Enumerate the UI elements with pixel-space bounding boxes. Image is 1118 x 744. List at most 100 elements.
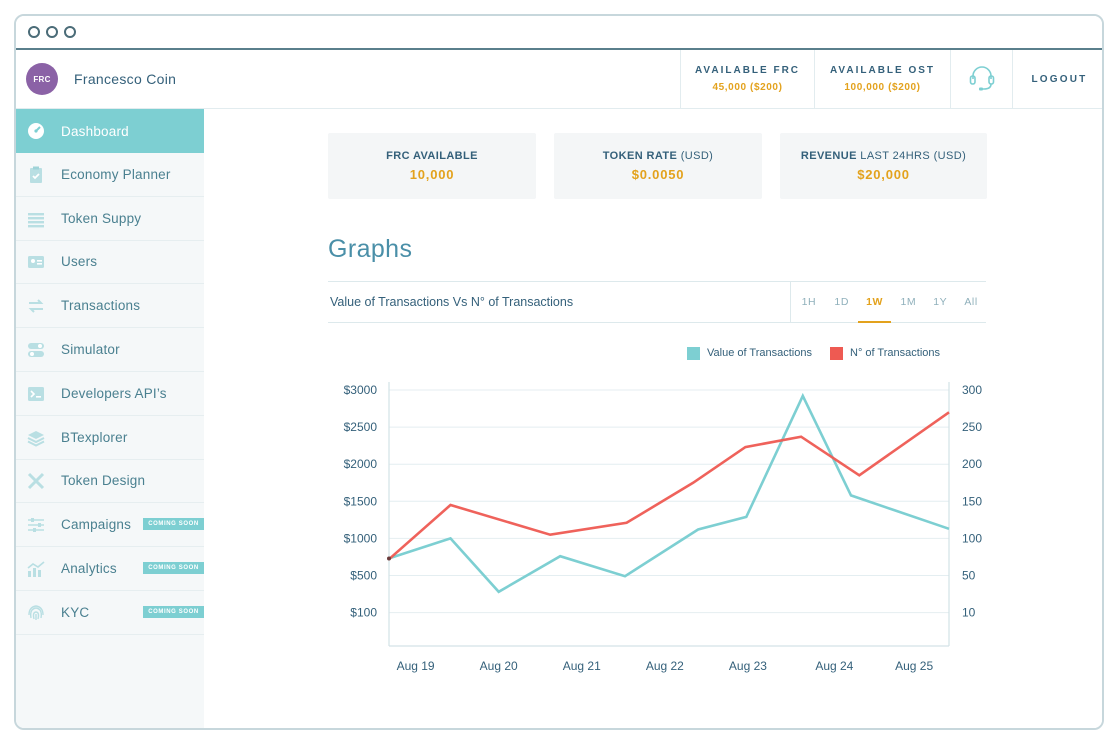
sidebar-item-label: Simulator xyxy=(61,342,120,357)
terminal-icon xyxy=(27,385,45,403)
available-ost-stat: AVAILABLE OST 100,000 ($200) xyxy=(814,50,950,108)
left-axis-tick-label: $2500 xyxy=(344,420,378,434)
sliders-icon xyxy=(27,516,45,534)
stat-label: AVAILABLE FRC xyxy=(694,65,801,76)
chart-title: Value of Transactions Vs N° of Transacti… xyxy=(330,295,574,309)
left-axis-tick-label: $100 xyxy=(350,606,377,620)
range-selector: 1H 1D 1W 1M 1Y All xyxy=(790,282,986,323)
right-axis-tick-label: 10 xyxy=(962,606,976,620)
sidebar-item-label: Dashboard xyxy=(61,123,129,139)
card-value: $20,000 xyxy=(857,167,910,182)
range-tab-1w[interactable]: 1W xyxy=(857,282,893,323)
stat-label: AVAILABLE OST xyxy=(829,65,936,76)
id-card-icon xyxy=(27,253,45,271)
sidebar-nav: Dashboard Economy Planner Token Suppy Users… xyxy=(16,109,204,728)
x-axis-tick-label: Aug 20 xyxy=(480,659,518,673)
token-supply-icon xyxy=(27,210,45,228)
x-axis-tick-label: Aug 25 xyxy=(895,659,933,673)
sidebar-item-label: KYC xyxy=(61,604,90,620)
dashboard-gauge-icon xyxy=(27,122,45,140)
avatar-text: FRC xyxy=(33,74,51,84)
token-rate-card: TOKEN RATE (USD) $0.0050 xyxy=(554,133,762,199)
sidebar-item-economy-planner[interactable]: Economy Planner xyxy=(16,153,204,197)
graphs-heading: Graphs xyxy=(328,235,413,263)
headset-icon xyxy=(969,66,994,91)
window-titlebar xyxy=(16,16,1102,50)
coming-soon-badge: COMING SOON xyxy=(143,562,204,574)
sidebar-item-token-suppy[interactable]: Token Suppy xyxy=(16,197,204,241)
series-start-point xyxy=(387,556,391,561)
fingerprint-icon xyxy=(27,604,45,622)
window-close-dot[interactable] xyxy=(28,26,40,38)
coming-soon-badge: COMING SOON xyxy=(143,518,204,531)
left-axis-tick-label: $1000 xyxy=(344,531,378,545)
card-label: TOKEN RATE (USD) xyxy=(603,150,714,162)
card-label-rest: (USD) xyxy=(677,150,714,162)
sidebar-item-transactions[interactable]: Transactions xyxy=(16,284,204,329)
frc-available-card: FRC AVAILABLE 10,000 xyxy=(328,133,536,199)
right-axis-tick-label: 200 xyxy=(962,457,982,471)
window-minimize-dot[interactable] xyxy=(46,26,58,38)
sidebar-item-label: Token Suppy xyxy=(61,210,142,226)
range-tab-1h[interactable]: 1H xyxy=(791,282,827,322)
avatar[interactable]: FRC xyxy=(26,63,58,95)
card-label: REVENUE LAST 24HRS (USD) xyxy=(801,150,966,162)
sidebar-item-label: Campaigns xyxy=(61,517,132,533)
range-tab-1m[interactable]: 1M xyxy=(892,282,924,322)
analytics-chart-icon xyxy=(27,560,45,578)
clipboard-check-icon xyxy=(27,166,45,184)
card-label-bold: REVENUE xyxy=(800,150,857,162)
left-axis-tick-label: $1500 xyxy=(344,494,378,508)
card-label-bold: TOKEN RATE xyxy=(602,150,678,162)
card-label-bold: FRC AVAILABLE xyxy=(386,150,478,162)
card-value: $0.0050 xyxy=(631,167,685,182)
main-content: FRC AVAILABLE 10,000 TOKEN RATE (USD) $0… xyxy=(204,109,1102,728)
toggle-switches-icon xyxy=(27,341,45,359)
sidebar-item-label: Transactions xyxy=(61,298,141,314)
transactions-line-chart: $3000 $2500 $2000 $1500 $1000 $500 $100 300 250 2… xyxy=(344,382,982,673)
sidebar-item-label: Analytics xyxy=(61,561,117,576)
sidebar-item-label: Economy Planner xyxy=(61,166,171,182)
support-button[interactable] xyxy=(950,50,1012,108)
sidebar-item-users[interactable]: Users xyxy=(16,240,204,285)
app-name: Francesco Coin xyxy=(74,71,177,87)
sidebar-item-dashboard[interactable]: Dashboard xyxy=(16,109,204,153)
stat-value: 100,000 ($200) xyxy=(844,82,921,93)
coming-soon-badge: COMING SOON xyxy=(143,605,204,618)
x-axis-tick-label: Aug 23 xyxy=(729,659,767,673)
left-axis-tick-label: $500 xyxy=(350,569,377,583)
sidebar-item-label: Users xyxy=(61,254,98,270)
revenue-card: REVENUE LAST 24HRS (USD) $20,000 xyxy=(780,133,987,199)
sidebar-item-btexplorer[interactable]: BTexplorer xyxy=(16,416,204,460)
right-axis-tick-label: 300 xyxy=(962,383,982,397)
sidebar-item-label: Token Design xyxy=(61,473,146,489)
logout-button[interactable]: LOGOUT xyxy=(1012,50,1102,108)
swap-arrows-icon xyxy=(27,297,45,315)
card-label-rest: LAST 24HRS (USD) xyxy=(856,150,967,162)
count-series-line xyxy=(388,411,950,561)
right-axis-tick-label: 250 xyxy=(962,420,982,434)
window-maximize-dot[interactable] xyxy=(64,26,76,38)
sidebar-item-label: BTexplorer xyxy=(61,429,128,445)
sidebar-item-developers-api-s[interactable]: Developers API’s xyxy=(16,372,204,416)
range-tab-1d[interactable]: 1D xyxy=(827,282,857,322)
app-header: FRC Francesco Coin AVAILABLE FRC 45,000 … xyxy=(16,50,1102,109)
sidebar-item-label: Developers API’s xyxy=(61,385,167,401)
range-tab-1y[interactable]: 1Y xyxy=(924,282,956,322)
right-axis-tick-label: 50 xyxy=(962,569,976,583)
left-axis-tick-label: $2000 xyxy=(344,457,378,471)
x-axis-tick-label: Aug 21 xyxy=(563,659,601,673)
range-tab-all[interactable]: All xyxy=(956,282,986,322)
left-axis-tick-label: $3000 xyxy=(344,383,378,397)
card-value: 10,000 xyxy=(409,167,455,182)
layers-icon xyxy=(27,429,45,447)
sidebar-item-simulator[interactable]: Simulator xyxy=(16,328,204,372)
sidebar-item-kyc[interactable]: KYC COMING SOON xyxy=(16,591,204,635)
x-axis-tick-label: Aug 19 xyxy=(397,659,435,673)
value-series-line xyxy=(388,392,950,594)
sidebar-item-campaigns[interactable]: Campaigns COMING SOON xyxy=(16,503,204,548)
sidebar-item-token-design[interactable]: Token Design xyxy=(16,459,204,504)
sidebar-item-analytics[interactable]: Analytics COMING SOON xyxy=(16,547,204,591)
design-tools-icon xyxy=(27,472,45,490)
browser-window: FRC Francesco Coin AVAILABLE FRC 45,000 … xyxy=(14,14,1104,730)
